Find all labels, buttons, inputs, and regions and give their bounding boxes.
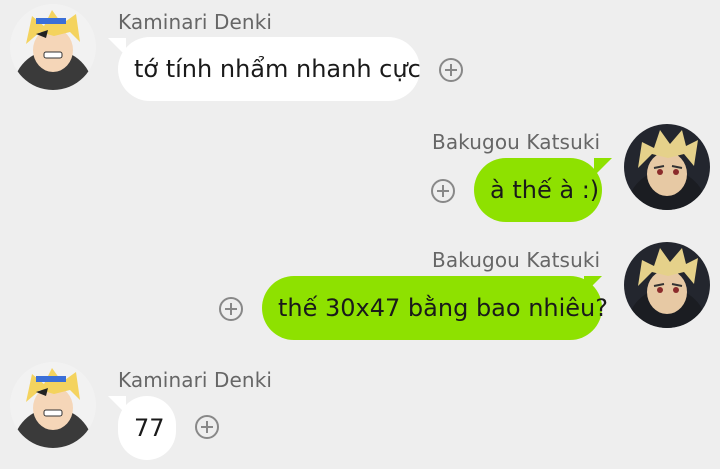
kaminari-avatar[interactable]: [10, 362, 96, 448]
add-reaction-icon[interactable]: [194, 414, 220, 440]
message-row: Bakugou Katsuki thế 30x47 bằng bao nhiêu…: [0, 238, 720, 348]
add-reaction-icon[interactable]: [430, 178, 456, 204]
message-row: Bakugou Katsuki à thế à :): [0, 118, 720, 228]
kaminari-avatar[interactable]: [10, 4, 96, 90]
sender-name: Bakugou Katsuki: [432, 130, 601, 154]
message-bubble[interactable]: 77: [118, 396, 176, 460]
bakugou-avatar[interactable]: [624, 124, 710, 210]
message-row: Kaminari Denki 77: [0, 356, 720, 469]
sender-name: Bakugou Katsuki: [432, 248, 601, 272]
message-bubble[interactable]: thế 30x47 bằng bao nhiêu?: [262, 276, 608, 340]
bakugou-avatar[interactable]: [624, 242, 710, 328]
sender-name: Kaminari Denki: [118, 368, 273, 392]
add-reaction-icon[interactable]: [438, 57, 464, 83]
message-row: Kaminari Denki tớ tính nhẩm nhanh cực: [0, 0, 720, 110]
message-bubble[interactable]: à thế à :): [474, 158, 602, 222]
sender-name: Kaminari Denki: [118, 10, 273, 34]
message-bubble[interactable]: tớ tính nhẩm nhanh cực: [118, 37, 421, 101]
add-reaction-icon[interactable]: [218, 296, 244, 322]
